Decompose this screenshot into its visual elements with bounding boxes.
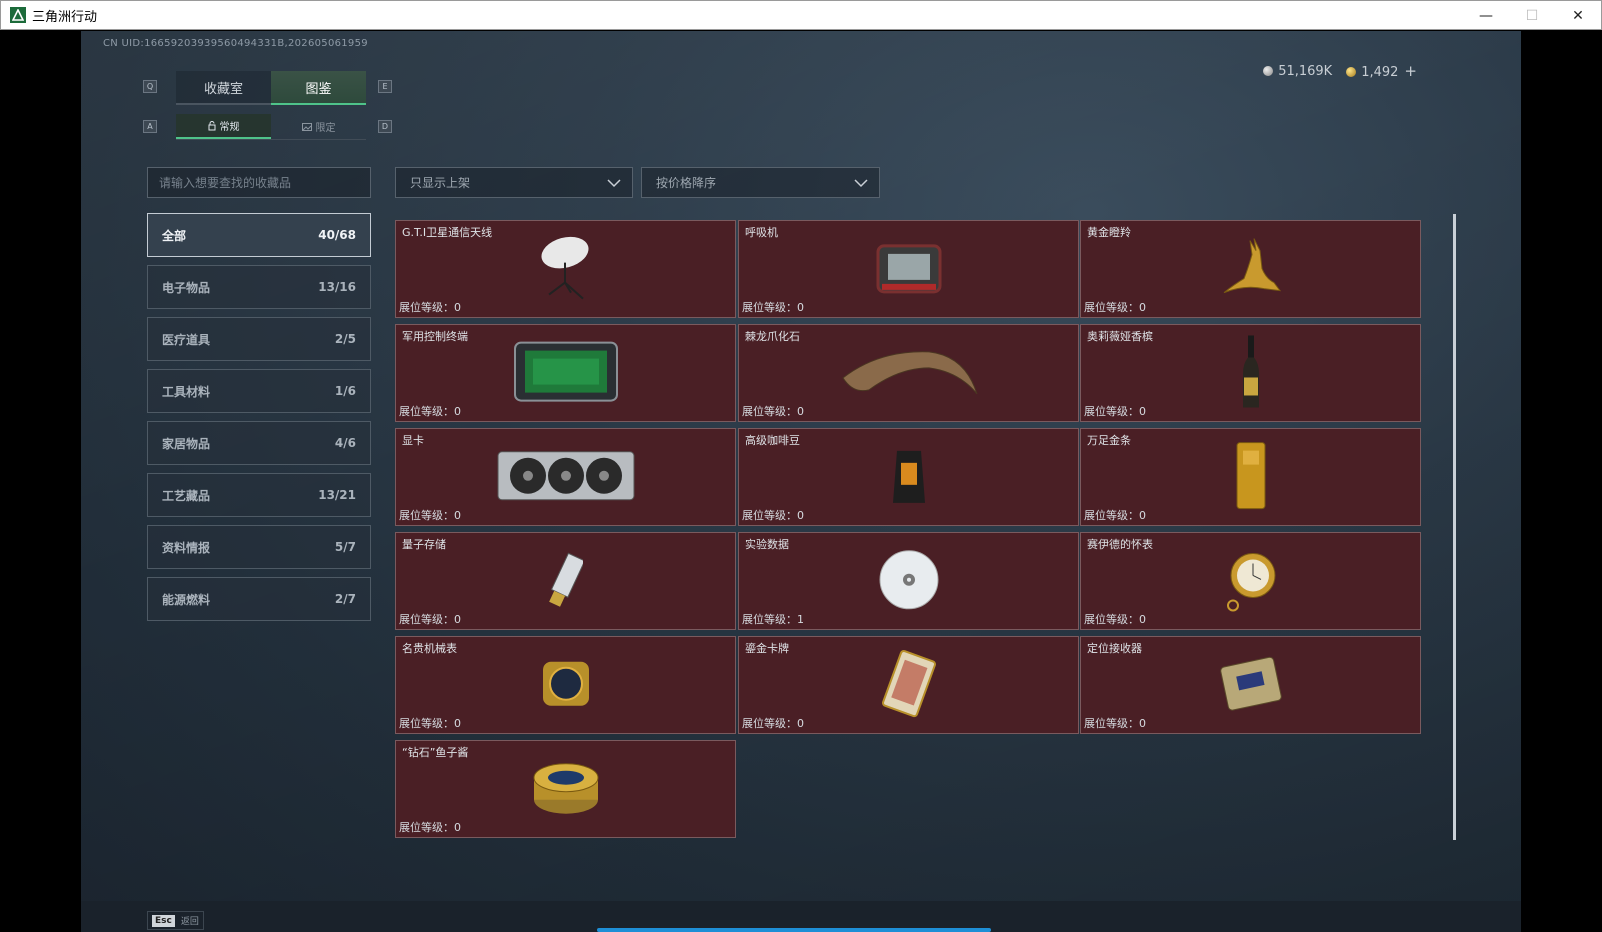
ventilator-icon: [876, 244, 941, 294]
key-hint-a: A: [143, 120, 157, 133]
item-card[interactable]: 呼吸机 展位等级：0: [738, 220, 1079, 318]
gold-currency: 1,492 +: [1346, 62, 1417, 80]
key-hint-d: D: [378, 120, 392, 133]
close-button[interactable]: ✕: [1555, 1, 1601, 31]
loading-progress-bar: [597, 928, 991, 932]
maximize-button[interactable]: ☐: [1509, 1, 1555, 31]
lock-open-icon: [208, 120, 215, 130]
letterbox-left: [0, 31, 81, 932]
category-tools[interactable]: 工具材料 1/6: [147, 369, 371, 413]
wristwatch-icon: [542, 661, 589, 706]
gold-bar-icon: [1236, 442, 1265, 510]
silver-currency: 51,169K: [1263, 64, 1332, 79]
item-card[interactable]: 高级咖啡豆 展位等级：0: [738, 428, 1079, 526]
category-all[interactable]: 全部 40/68: [147, 213, 371, 257]
sort-dropdown[interactable]: 按价格降序: [641, 167, 880, 198]
chevron-down-icon: [854, 179, 868, 188]
champagne-icon: [1242, 335, 1259, 408]
tab-codex[interactable]: 图鉴: [271, 71, 366, 105]
item-card[interactable]: 显卡 展位等级：0: [395, 428, 736, 526]
letterbox-right: [1521, 31, 1602, 932]
game-viewport: CN UID:16659203939560494331B,20260506195…: [81, 31, 1521, 932]
sub-tabs: 常规 限定: [176, 114, 366, 140]
claw-fossil-icon: [841, 351, 977, 395]
key-hint-e: E: [378, 80, 392, 93]
player-uid: CN UID:16659203939560494331B,20260506195…: [103, 38, 368, 49]
item-card[interactable]: 实验数据 展位等级：1: [738, 532, 1079, 630]
subtab-regular[interactable]: 常规: [176, 114, 271, 139]
caviar-tin-icon: [533, 763, 598, 814]
minimize-button[interactable]: —: [1463, 1, 1509, 31]
window-title: 三角洲行动: [32, 9, 98, 25]
item-card[interactable]: 名贵机械表 展位等级：0: [395, 636, 736, 734]
subtab-limited[interactable]: 限定: [271, 114, 366, 139]
category-medical[interactable]: 医疗道具 2/5: [147, 317, 371, 361]
item-card[interactable]: 奥莉薇娅香槟 展位等级：0: [1080, 324, 1421, 422]
category-crafts[interactable]: 工艺藏品 13/21: [147, 473, 371, 517]
esc-key-hint: Esc: [152, 914, 175, 927]
golden-gazelle-icon: [1223, 238, 1281, 294]
category-energy[interactable]: 能源燃料 2/7: [147, 577, 371, 621]
disc-icon: [879, 550, 938, 610]
item-card[interactable]: 赛伊德的怀表 展位等级：0: [1080, 532, 1421, 630]
grid-scrollbar[interactable]: [1453, 214, 1456, 840]
key-hint-q: Q: [143, 80, 157, 93]
app-logo-icon: [10, 7, 26, 23]
usb-drive-icon: [548, 552, 583, 607]
gold-coin-icon: [1346, 67, 1357, 77]
item-card[interactable]: “钻石”鱼子酱 展位等级：0: [395, 740, 736, 838]
image-icon: [301, 122, 312, 131]
locator-receiver-icon: [1219, 656, 1282, 711]
category-household[interactable]: 家居物品 4/6: [147, 421, 371, 465]
add-currency-button[interactable]: +: [1404, 62, 1417, 80]
coffee-bag-icon: [892, 450, 925, 503]
control-terminal-icon: [513, 341, 618, 402]
category-intel[interactable]: 资料情报 5/7: [147, 525, 371, 569]
category-list: 全部 40/68 电子物品 13/16 医疗道具 2/5 工具材料 1/6 家居物品 4/…: [147, 213, 371, 629]
item-card[interactable]: 万足金条 展位等级：0: [1080, 428, 1421, 526]
tab-collection-room[interactable]: 收藏室: [176, 71, 271, 105]
main-tabs: 收藏室 图鉴: [176, 71, 366, 105]
shelf-filter-dropdown[interactable]: 只显示上架: [395, 167, 633, 198]
window-titlebar: 三角洲行动 — ☐ ✕: [0, 0, 1602, 30]
pocket-watch-icon: [1226, 552, 1275, 612]
graphics-card-icon: [497, 451, 634, 501]
currency-display: 51,169K 1,492 +: [1263, 62, 1417, 80]
gilded-card-icon: [881, 650, 936, 718]
silver-coin-icon: [1263, 65, 1274, 76]
collection-search-input[interactable]: 请输入想要查找的收藏品: [147, 167, 371, 198]
item-card[interactable]: 量子存储 展位等级：0: [395, 532, 736, 630]
item-card[interactable]: 军用控制终端 展位等级：0: [395, 324, 736, 422]
item-card[interactable]: 鎏金卡牌 展位等级：0: [738, 636, 1079, 734]
back-button[interactable]: Esc 返回: [147, 911, 204, 930]
category-electronics[interactable]: 电子物品 13/16: [147, 265, 371, 309]
item-card[interactable]: 黄金瞪羚 展位等级：0: [1080, 220, 1421, 318]
item-card[interactable]: G.T.I卫星通信天线 展位等级：0: [395, 220, 736, 318]
satellite-dish-icon: [540, 236, 589, 300]
item-card[interactable]: 定位接收器 展位等级：0: [1080, 636, 1421, 734]
chevron-down-icon: [607, 179, 621, 188]
item-card[interactable]: 棘龙爪化石 展位等级：0: [738, 324, 1079, 422]
